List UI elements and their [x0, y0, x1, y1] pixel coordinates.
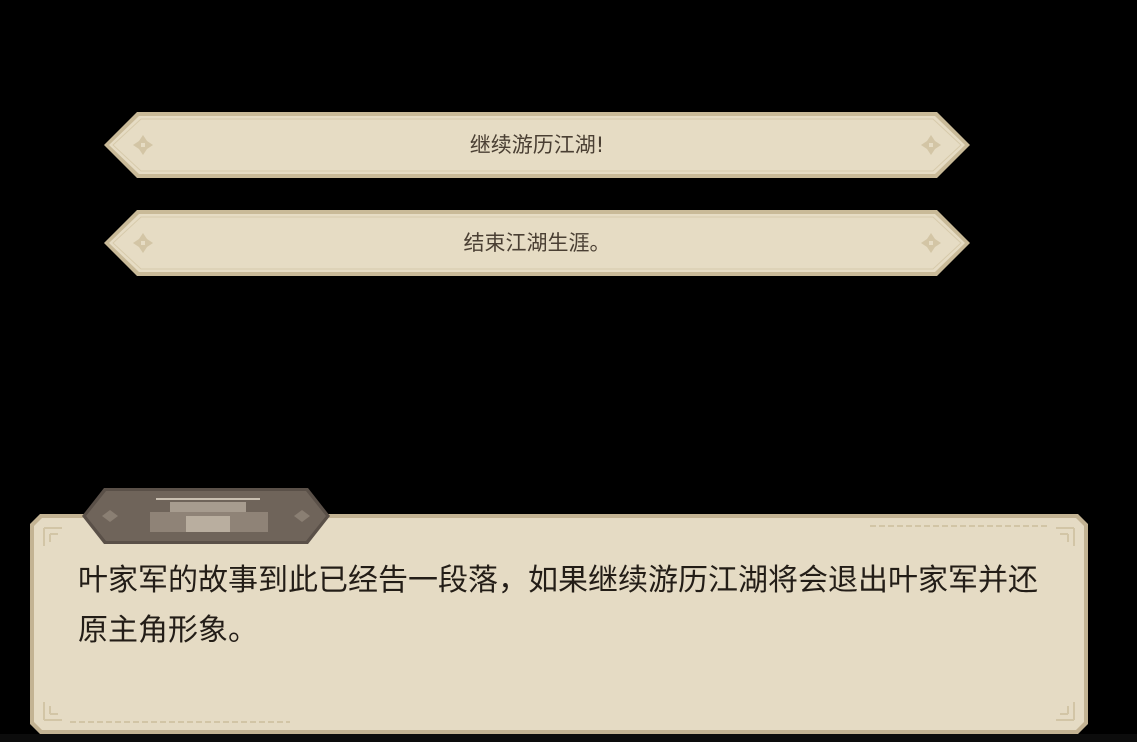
- dialog-text: 叶家军的故事到此已经告一段落，如果继续游历江湖将会退出叶家军并还原主角形象。: [78, 563, 1038, 648]
- speaker-name-obscured: [146, 498, 270, 534]
- choice-label: 继续游历江湖!: [469, 133, 605, 157]
- choice-button-end[interactable]: 结束江湖生涯。: [103, 209, 971, 277]
- dialog-box[interactable]: 叶家军的故事到此已经告一段落，如果继续游历江湖将会退出叶家军并还原主角形象。: [30, 514, 1088, 734]
- bottom-strip: [0, 734, 1137, 742]
- speaker-nameplate: [82, 488, 330, 544]
- choice-label: 结束江湖生涯。: [463, 231, 611, 255]
- choice-button-continue[interactable]: 继续游历江湖!: [103, 111, 971, 179]
